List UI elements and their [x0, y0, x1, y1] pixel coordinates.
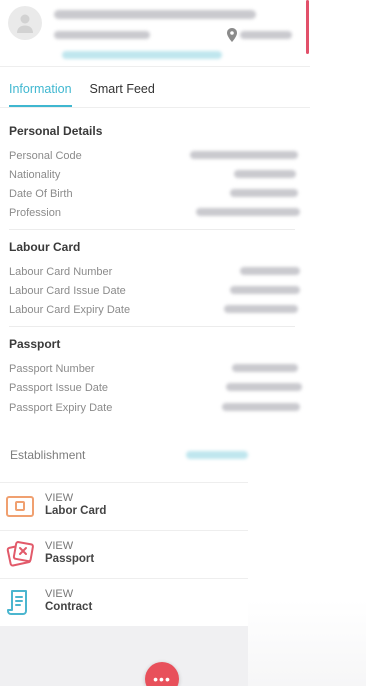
section-divider: [9, 229, 295, 230]
view-label: VIEW: [45, 492, 74, 504]
value-nationality: [234, 170, 296, 178]
label-personal-code: Personal Code: [9, 150, 82, 162]
value-personal-code: [190, 151, 298, 159]
label-labour-card-expiry-date: Labour Card Expiry Date: [9, 304, 131, 316]
avatar[interactable]: [8, 6, 42, 40]
view-label: VIEW: [45, 540, 74, 552]
labor-card-icon: [6, 496, 34, 517]
value-profession: [196, 208, 300, 216]
label-labour-card-number: Labour Card Number: [9, 266, 113, 278]
location-blurred: [240, 31, 292, 39]
label-labour-card-issue-date: Labour Card Issue Date: [9, 285, 126, 297]
view-contract-button[interactable]: VIEW Contract: [0, 578, 248, 625]
label-profession: Profession: [9, 207, 61, 219]
label-date-of-birth: Date Of Birth: [9, 188, 73, 200]
profile-header: [0, 0, 310, 67]
label-passport-number: Passport Number: [9, 363, 95, 375]
profile-screen: Information Smart Feed Personal Details …: [0, 0, 366, 686]
profile-link-blurred[interactable]: [62, 51, 222, 59]
section-title-labour-card: Labour Card: [9, 240, 81, 254]
label-passport-expiry-date: Passport Expiry Date: [9, 402, 113, 414]
contract-icon: [7, 590, 27, 615]
value-passport-expiry-date: [222, 403, 300, 411]
section-title-passport: Passport: [9, 337, 61, 351]
value-labour-card-expiry-date: [224, 305, 298, 313]
bottom-band: [0, 626, 248, 686]
establishment-label: Establishment: [10, 448, 86, 462]
profile-name-blurred: [54, 10, 256, 19]
section-divider: [9, 326, 295, 327]
value-labour-card-issue-date: [230, 286, 300, 294]
tab-smart-feed[interactable]: Smart Feed: [90, 72, 155, 107]
location-pin-icon: [227, 28, 237, 42]
tab-information[interactable]: Information: [9, 72, 72, 107]
background-shade: [248, 600, 366, 686]
establishment-value[interactable]: [186, 451, 248, 459]
labor-card-label: Labor Card: [45, 505, 107, 517]
passport-icon: [6, 541, 34, 567]
value-passport-number: [232, 364, 298, 372]
section-title-personal: Personal Details: [9, 124, 103, 138]
tab-bar: Information Smart Feed: [0, 72, 310, 108]
view-passport-button[interactable]: VIEW Passport: [0, 530, 248, 577]
value-date-of-birth: [230, 189, 298, 197]
view-label: VIEW: [45, 588, 74, 600]
value-labour-card-number: [240, 267, 300, 275]
contract-label: Contract: [45, 601, 93, 613]
label-nationality: Nationality: [9, 169, 61, 181]
avatar-placeholder-icon: [17, 14, 33, 33]
header-accent-bar: [306, 0, 309, 54]
view-labor-card-button[interactable]: VIEW Labor Card: [0, 482, 248, 529]
label-passport-issue-date: Passport Issue Date: [9, 382, 109, 394]
profile-subtitle-blurred: [54, 31, 150, 39]
passport-label: Passport: [45, 553, 95, 565]
value-passport-issue-date: [226, 383, 302, 391]
